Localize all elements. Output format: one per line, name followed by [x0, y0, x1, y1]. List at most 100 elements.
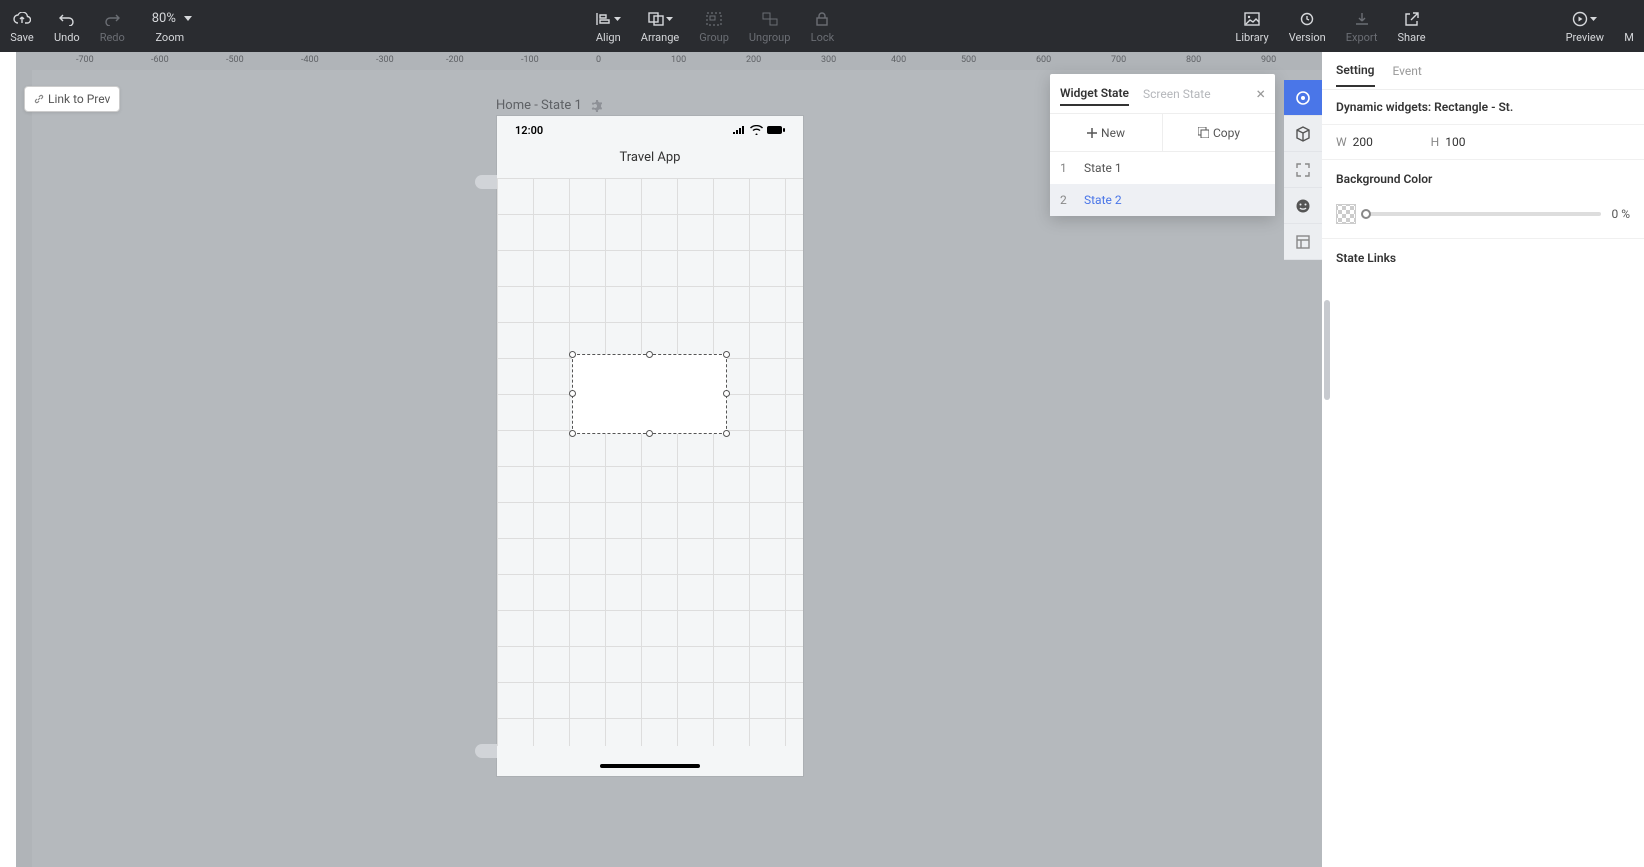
target-tool[interactable]	[1284, 80, 1322, 116]
chevron-down-icon	[666, 17, 673, 21]
layout-tool[interactable]	[1284, 224, 1322, 260]
plus-icon	[1087, 128, 1097, 138]
gear-icon[interactable]	[588, 99, 602, 113]
selected-rectangle[interactable]	[572, 354, 727, 434]
link-icon	[34, 94, 44, 104]
top-toolbar: Save Undo Redo 80% Zoom	[0, 0, 1644, 52]
slot-handle-bottom[interactable]	[475, 744, 497, 758]
resize-handle-sw[interactable]	[569, 430, 576, 437]
tab-setting[interactable]: Setting	[1336, 55, 1375, 87]
chevron-down-icon	[614, 17, 621, 21]
state-row-2[interactable]: 2 State 2	[1050, 184, 1275, 216]
slot-handle-top[interactable]	[475, 175, 497, 189]
ruler-horizontal: -700 -600 -500 -400 -300 -200 -100 0 100…	[16, 52, 1322, 70]
side-tool-strip	[1284, 80, 1322, 260]
new-state-button[interactable]: New	[1050, 114, 1163, 151]
undo-button[interactable]: Undo	[44, 0, 90, 52]
status-bar: 12:00	[497, 116, 803, 144]
redo-icon	[104, 9, 120, 29]
opacity-value[interactable]: 0 %	[1611, 207, 1630, 221]
state-row-1[interactable]: 1 State 1	[1050, 152, 1275, 184]
arrange-icon	[648, 9, 673, 29]
tab-widget-state[interactable]: Widget State	[1060, 82, 1129, 106]
share-button[interactable]: Share	[1388, 0, 1436, 52]
version-button[interactable]: Version	[1279, 0, 1336, 52]
group-button[interactable]: Group	[689, 0, 739, 52]
tab-event[interactable]: Event	[1393, 56, 1422, 86]
bg-color-heading: Background Color	[1322, 160, 1644, 198]
color-swatch[interactable]	[1336, 204, 1356, 224]
chevron-down-icon	[184, 16, 192, 21]
wifi-icon	[750, 125, 763, 135]
align-button[interactable]: Align	[586, 0, 631, 52]
lock-button[interactable]: Lock	[800, 0, 844, 52]
ungroup-label: Ungroup	[749, 31, 791, 44]
align-icon	[596, 9, 621, 29]
height-input[interactable]: 100	[1445, 135, 1493, 149]
copy-state-button[interactable]: Copy	[1163, 114, 1275, 151]
size-row: W 200 H 100	[1322, 125, 1644, 160]
arrange-button[interactable]: Arrange	[631, 0, 689, 52]
lock-label: Lock	[811, 31, 835, 44]
width-input[interactable]: 200	[1353, 135, 1401, 149]
dynamic-widgets-title: Dynamic widgets: Rectangle - St.	[1322, 90, 1644, 125]
resize-handle-se[interactable]	[723, 430, 730, 437]
signal-icon	[732, 125, 746, 135]
cloud-upload-icon	[13, 9, 31, 29]
resize-handle-ne[interactable]	[723, 351, 730, 358]
more-button[interactable]: M	[1614, 0, 1644, 52]
export-button[interactable]: Export	[1336, 0, 1388, 52]
redo-button[interactable]: Redo	[90, 0, 135, 52]
widget-state-popup: Widget State Screen State × New Copy 1 S…	[1050, 74, 1275, 216]
tab-screen-state[interactable]: Screen State	[1143, 83, 1211, 105]
chevron-down-icon	[1590, 17, 1597, 21]
resize-handle-s[interactable]	[646, 430, 653, 437]
lock-icon	[815, 9, 829, 29]
zoom-dropdown[interactable]: 80% Zoom	[135, 0, 205, 52]
library-button[interactable]: Library	[1225, 0, 1278, 52]
image-icon	[1244, 9, 1260, 29]
emoji-tool[interactable]	[1284, 188, 1322, 224]
scrollbar[interactable]	[1324, 300, 1330, 400]
layout-icon	[1295, 234, 1311, 250]
target-icon	[1294, 89, 1312, 107]
left-sidebar-collapsed[interactable]	[0, 52, 16, 867]
arrange-label: Arrange	[641, 31, 679, 44]
resize-handle-w[interactable]	[569, 390, 576, 397]
artboard[interactable]: 12:00 Travel App	[497, 116, 803, 776]
resize-handle-n[interactable]	[646, 351, 653, 358]
ungroup-icon	[762, 9, 778, 29]
ungroup-button[interactable]: Ungroup	[739, 0, 801, 52]
cube-icon	[1295, 126, 1311, 142]
undo-icon	[59, 9, 75, 29]
width-label: W	[1336, 135, 1347, 149]
history-icon	[1299, 9, 1315, 29]
link-to-prev-tag[interactable]: Link to Prev	[24, 86, 120, 112]
opacity-slider[interactable]	[1366, 212, 1601, 216]
expand-tool[interactable]	[1284, 152, 1322, 188]
preview-label: Preview	[1566, 31, 1604, 44]
state-links-heading: State Links	[1322, 239, 1644, 277]
properties-panel: Setting Event Dynamic widgets: Rectangle…	[1322, 52, 1644, 867]
artboard-label[interactable]: Home - State 1	[496, 98, 602, 113]
link-tag-label: Link to Prev	[48, 92, 110, 106]
undo-label: Undo	[54, 31, 80, 44]
cube-tool[interactable]	[1284, 116, 1322, 152]
copy-icon	[1198, 127, 1209, 138]
version-label: Version	[1289, 31, 1326, 44]
resize-handle-e[interactable]	[723, 390, 730, 397]
home-indicator	[600, 764, 700, 768]
preview-button[interactable]: Preview	[1556, 0, 1614, 52]
artboard-grid	[497, 178, 803, 746]
close-icon[interactable]: ×	[1256, 84, 1265, 103]
slider-thumb[interactable]	[1361, 209, 1371, 219]
align-label: Align	[596, 31, 621, 44]
ruler-vertical	[16, 70, 32, 867]
zoom-label: Zoom	[155, 31, 184, 44]
status-time: 12:00	[515, 124, 543, 137]
save-label: Save	[10, 31, 34, 44]
resize-handle-nw[interactable]	[569, 351, 576, 358]
expand-icon	[1295, 162, 1311, 178]
redo-label: Redo	[100, 31, 125, 44]
save-button[interactable]: Save	[0, 0, 44, 52]
